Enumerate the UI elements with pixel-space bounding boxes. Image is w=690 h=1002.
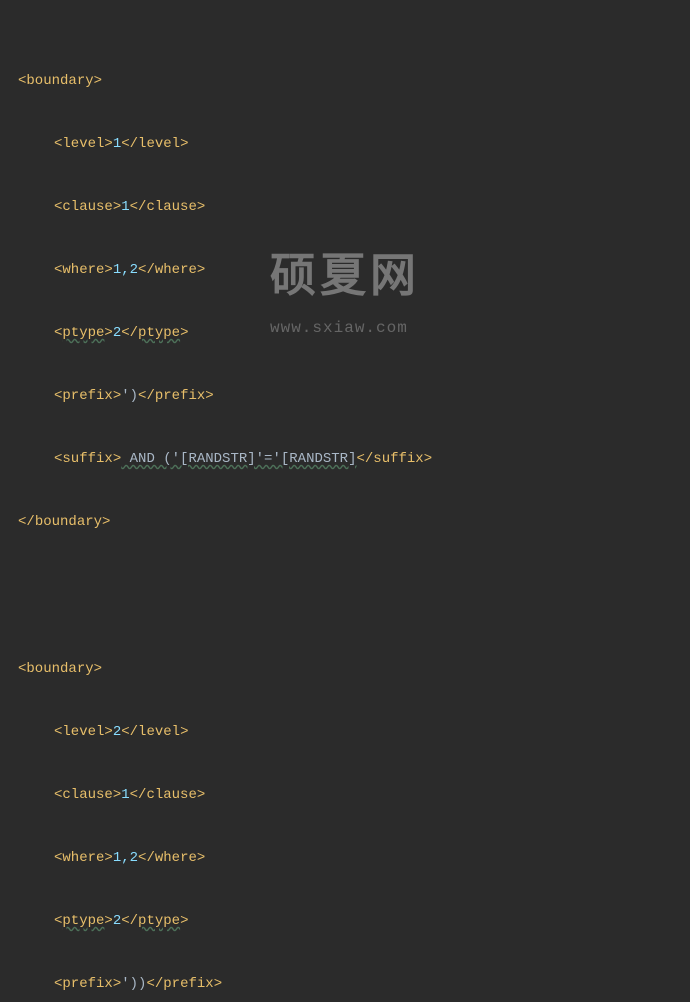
code-line: </boundary>: [18, 512, 690, 533]
code-line: <boundary>: [18, 71, 690, 92]
blank-line: [18, 575, 690, 596]
code-line: <prefix>'))</prefix>: [18, 974, 690, 995]
code-line: <clause>1</clause>: [18, 197, 690, 218]
code-line: <level>2</level>: [18, 722, 690, 743]
code-line: <ptype>2</ptype>: [18, 323, 690, 344]
code-line: <boundary>: [18, 659, 690, 680]
code-line: <where>1,2</where>: [18, 848, 690, 869]
code-line: <clause>1</clause>: [18, 785, 690, 806]
code-line: <level>1</level>: [18, 134, 690, 155]
code-line: <ptype>2</ptype>: [18, 911, 690, 932]
xml-code-block: <boundary> <level>1</level> <clause>1</c…: [18, 8, 690, 1002]
code-line: <where>1,2</where>: [18, 260, 690, 281]
code-line: <suffix> AND ('[RANDSTR]'='[RANDSTR]</su…: [18, 449, 690, 470]
code-line: <prefix>')</prefix>: [18, 386, 690, 407]
